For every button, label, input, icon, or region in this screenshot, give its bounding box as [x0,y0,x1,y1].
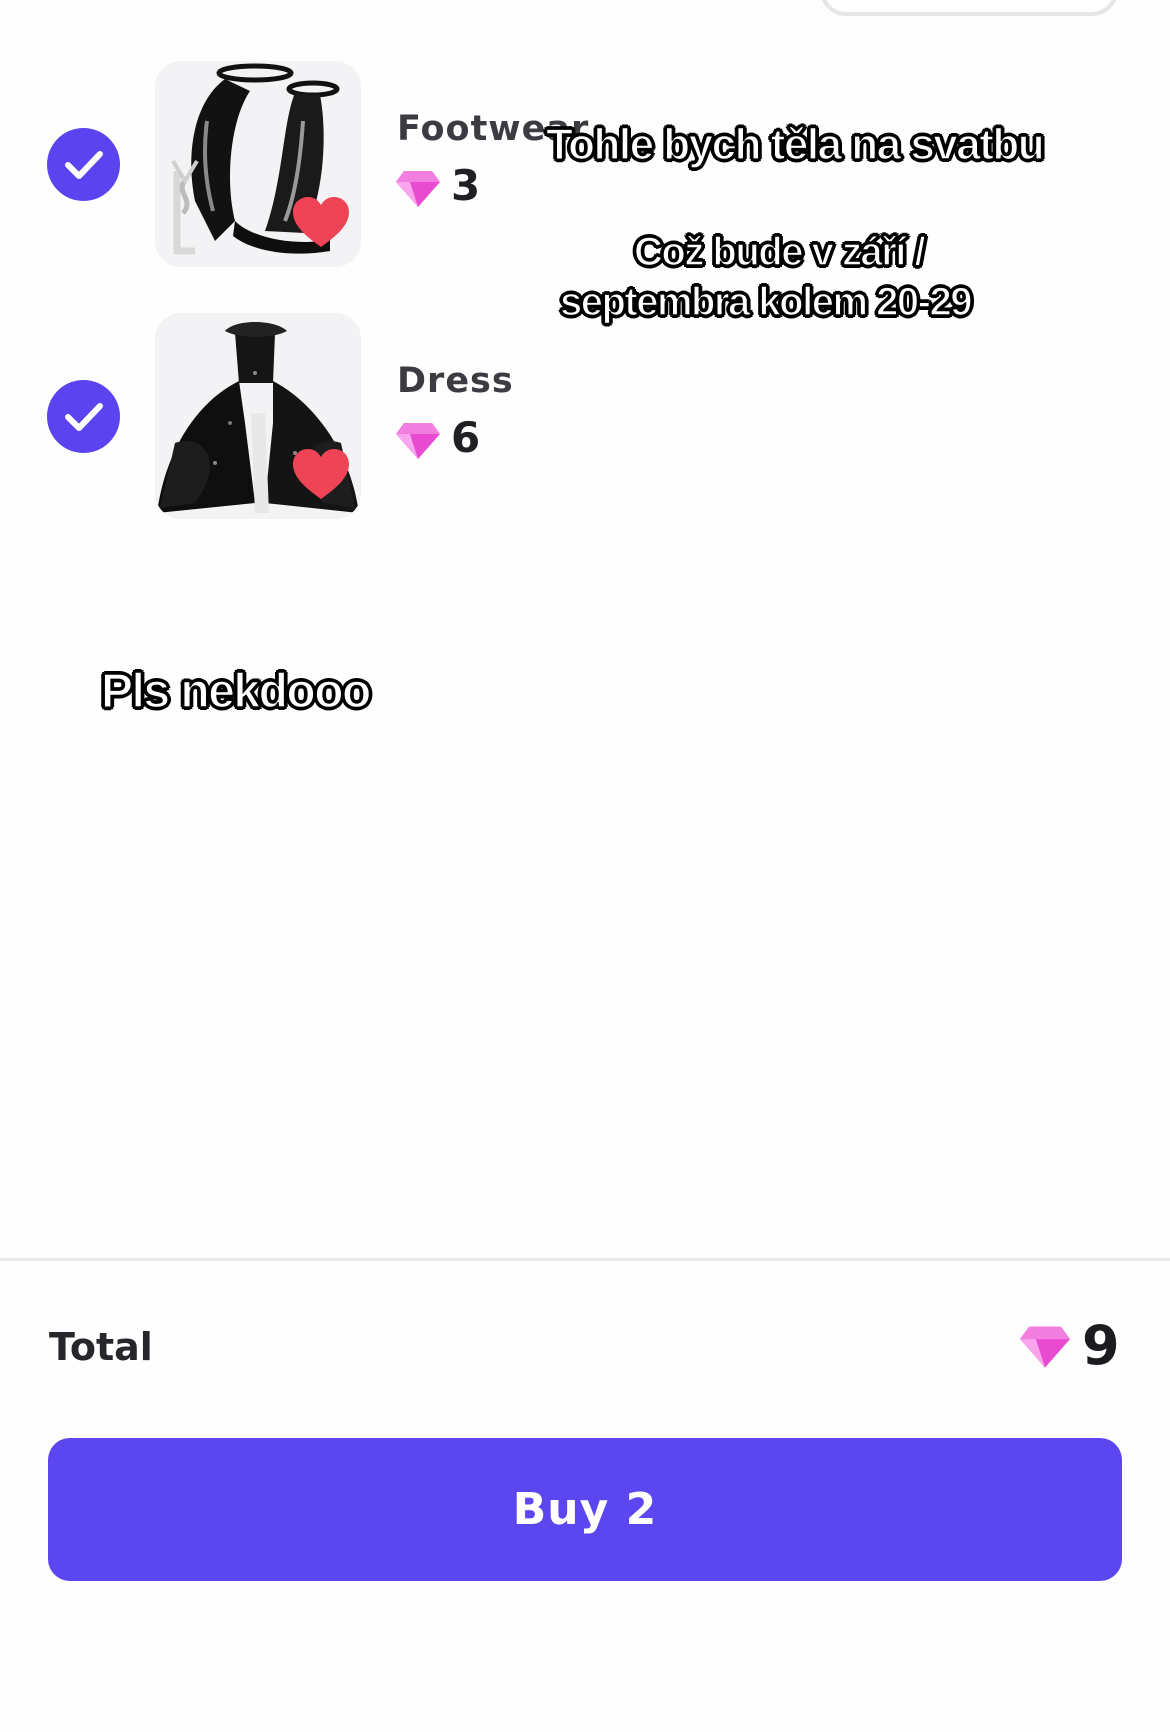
buy-button[interactable]: Buy 2 [48,1438,1122,1581]
item-checkbox-checked[interactable] [47,128,120,201]
checkmark-icon [65,151,103,179]
item-price-value: 6 [451,413,481,462]
caption-overlay-middle: Pls nekdooo [100,664,372,719]
total-value: 9 [1082,1314,1120,1377]
caption-overlay-line1: Tohle bych těla na svatbu [545,119,1045,170]
dress-thumbnail[interactable] [155,313,361,519]
checkmark-icon [65,403,103,431]
total-label: Total [49,1325,153,1369]
item-checkbox-checked[interactable] [47,380,120,453]
caption-overlay-line2: Což bude v září / [633,229,926,275]
summary-divider [0,1258,1170,1261]
total-price: 9 [1020,1314,1150,1378]
gem-icon [396,171,440,207]
item-category-label: Dress [397,361,514,401]
gem-icon [396,423,440,459]
top-filter-pill[interactable] [820,0,1118,16]
item-price-value: 3 [451,161,481,210]
footwear-thumbnail[interactable] [155,61,361,267]
gem-icon [1020,1326,1070,1368]
caption-overlay-line3: septembra kolem 20-29 [559,279,973,325]
heart-icon[interactable] [293,449,349,501]
heart-icon[interactable] [293,197,349,249]
cart-item-dress[interactable]: Dress 6 [0,313,1170,519]
